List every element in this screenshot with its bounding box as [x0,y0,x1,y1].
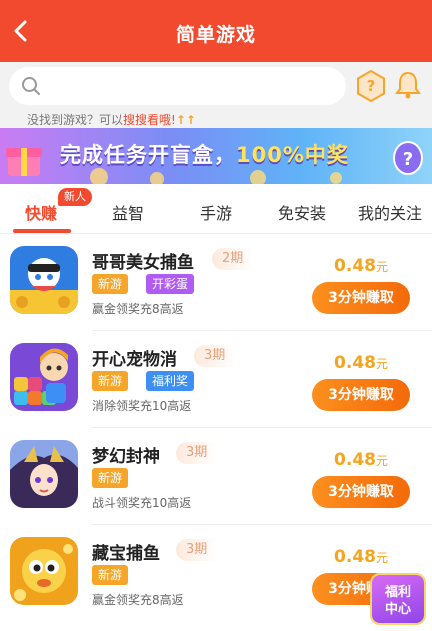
reward-value: 0.48 [334,256,376,276]
game-list-item[interactable]: 开心宠物消 3期 新游 福利奖 消除领奖充10高返 0.48元 3分钟赚取 [0,331,432,428]
earn-button[interactable]: 3分钟赚取 [312,282,410,314]
page-title: 简单游戏 [175,24,256,46]
promo-banner[interactable]: 完成任务开盲盒，100%中奖 ? [0,128,432,184]
svg-text:?: ? [403,149,413,170]
search-icon [22,77,40,95]
search-hint-link[interactable]: 搜搜看哦! [123,113,176,127]
tab-quick-earn[interactable]: 快赚 [25,200,57,224]
reward-value: 0.48 [334,547,376,567]
tab-my-follow[interactable]: 我的关注 [358,200,422,224]
reward-amount: 0.48元 [334,353,388,373]
earn-button[interactable]: 3分钟赚取 [312,476,410,508]
game-icon[interactable] [10,537,78,605]
new-user-badge: 新人 [58,188,92,206]
welfare-line2: 中心 [384,602,411,617]
game-icon[interactable] [10,246,78,314]
game-icon[interactable] [10,343,78,411]
tag-egg: 开彩蛋 [146,274,195,294]
search-hint: 没找到游戏？可以搜搜看哦!↑↑ [27,111,196,128]
game-name: 开心宠物消 [92,350,177,370]
period-badge: 3期 [194,345,236,367]
bell-icon[interactable] [394,70,422,100]
reward-unit: 元 [375,260,388,274]
period-badge: 3期 [176,539,218,561]
earn-button[interactable]: 3分钟赚取 [312,379,410,411]
banner-text-highlight: 100%中奖 [236,143,349,167]
game-list-item[interactable]: 藏宝捕鱼 3期 新游 赢金领奖充8高返 0.48元 3分钟赚取 [0,525,432,622]
active-tab-indicator [13,229,71,233]
hint-text: 没找到游戏？可以 [27,113,124,127]
tag-new-game: 新游 [92,468,129,488]
banner-sparkle [250,170,266,184]
tag-new-game: 新游 [92,565,129,585]
welfare-line1: 福利 [384,585,411,600]
reward-amount: 0.48元 [334,256,388,276]
reward-unit: 元 [375,454,388,468]
reward-amount: 0.48元 [334,450,388,470]
hint-arrows: ↑↑ [175,113,196,127]
banner-sparkle [330,172,342,184]
tab-no-install[interactable]: 免安装 [278,200,326,224]
banner-sparkle [150,172,164,184]
search-box[interactable] [9,67,346,105]
svg-text:?: ? [367,77,376,95]
period-badge: 2期 [212,248,254,270]
help-icon[interactable]: ? [356,70,386,102]
search-input[interactable] [49,71,329,101]
reward-value: 0.48 [334,353,376,373]
reward-unit: 元 [375,357,388,371]
tag-new-game: 新游 [92,371,129,391]
tag-new-game: 新游 [92,274,129,294]
reward-amount: 0.48元 [334,547,388,567]
question-bubble-icon: ? [393,141,423,175]
game-name: 藏宝捕鱼 [92,544,160,564]
game-description: 赢金领奖充8高返 [92,302,184,316]
game-description: 战斗领奖充10高返 [92,496,192,510]
banner-sparkle [90,168,108,184]
game-list-item[interactable]: 梦幻封神 3期 新游 战斗领奖充10高返 0.48元 3分钟赚取 [0,428,432,525]
game-description: 消除领奖充10高返 [92,399,192,413]
reward-value: 0.48 [334,450,376,470]
app-header: 简单游戏 [0,0,432,62]
banner-title: 完成任务开盲盒，100%中奖 [60,139,349,169]
tag-welfare: 福利奖 [146,371,195,391]
gift-box-icon [6,148,42,176]
reward-unit: 元 [375,551,388,565]
search-section: ? 没找到游戏？可以搜搜看哦!↑↑ [0,62,432,128]
game-list-item[interactable]: 哥哥美女捕鱼 2期 新游 开彩蛋 赢金领奖充8高返 0.48元 3分钟赚取 [0,234,432,331]
game-icon[interactable] [10,440,78,508]
period-badge: 3期 [176,442,218,464]
tab-mobile-games[interactable]: 手游 [200,200,232,224]
game-description: 赢金领奖充8高返 [92,593,184,607]
tab-puzzle[interactable]: 益智 [112,200,144,224]
welfare-center-button[interactable]: 福利 中心 [370,573,426,625]
banner-text-main: 完成任务开盲盒， [60,143,236,167]
game-name: 哥哥美女捕鱼 [92,253,194,273]
game-name: 梦幻封神 [92,447,160,467]
